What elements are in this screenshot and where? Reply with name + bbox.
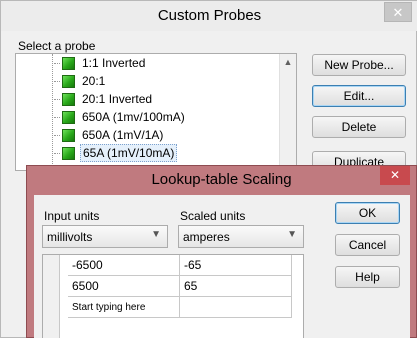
tree-item-label: 65A (1mV/10mA) bbox=[80, 144, 178, 162]
custom-probes-title: Custom Probes bbox=[157, 7, 262, 24]
input-cell[interactable]: 6500 bbox=[68, 276, 180, 297]
scaled-cell[interactable]: 65 bbox=[180, 276, 292, 297]
probe-icon bbox=[62, 110, 75, 124]
scaling-dialog-body: Input units Scaled units millivolts ▼ am… bbox=[34, 195, 410, 338]
tree-item-label: 650A (1mV/1A) bbox=[82, 128, 164, 142]
tree-item[interactable]: 650A (1mv/100mA) bbox=[54, 108, 187, 126]
tree-branch bbox=[54, 116, 60, 118]
tree-item[interactable]: 20:1 bbox=[54, 72, 107, 90]
scaled-units-dropdown[interactable]: amperes ▼ bbox=[178, 225, 304, 248]
ok-button[interactable]: OK bbox=[335, 202, 400, 224]
lookup-table-scaling-dialog: Lookup-table Scaling ✕ Input units Scale… bbox=[26, 165, 417, 338]
input-units-label: Input units bbox=[44, 209, 100, 223]
probe-icon bbox=[62, 56, 75, 70]
scaled-units-label: Scaled units bbox=[180, 209, 246, 223]
tree-branch bbox=[54, 62, 60, 64]
tree-item-label: 650A (1mv/100mA) bbox=[82, 110, 185, 124]
new-probe-button[interactable]: New Probe... bbox=[312, 54, 406, 76]
tree-item[interactable]: 20:1 Inverted bbox=[54, 90, 154, 108]
edit-button[interactable]: Edit... bbox=[312, 85, 406, 107]
probe-icon bbox=[62, 146, 75, 160]
probe-icon bbox=[62, 128, 75, 142]
lookup-table-scaling-titlebar[interactable]: Lookup-table Scaling ✕ bbox=[27, 166, 416, 195]
scaled-cell[interactable]: -65 bbox=[180, 255, 292, 276]
probe-icon bbox=[62, 74, 75, 88]
tree-scrollbar[interactable]: ▲ bbox=[279, 54, 296, 170]
new-row-scaled-cell[interactable] bbox=[180, 297, 292, 318]
chevron-down-icon: ▼ bbox=[151, 229, 161, 240]
probe-tree[interactable]: 1:1 Inverted 20:1 20:1 Inverted 650A (1m… bbox=[15, 53, 297, 171]
help-button[interactable]: Help bbox=[335, 266, 400, 288]
lookup-table-grid[interactable]: -6500 -65 6500 65 Start typing here bbox=[42, 254, 304, 338]
input-cell[interactable]: -6500 bbox=[68, 255, 180, 276]
close-icon[interactable]: ✕ bbox=[384, 2, 412, 22]
grid-row-header bbox=[43, 255, 60, 338]
cancel-button[interactable]: Cancel bbox=[335, 234, 400, 256]
scaled-units-value: amperes bbox=[183, 230, 230, 244]
tree-item[interactable]: 1:1 Inverted bbox=[54, 54, 147, 72]
tree-branch bbox=[54, 134, 60, 136]
new-row-input-cell[interactable]: Start typing here bbox=[68, 297, 180, 318]
tree-item-label: 20:1 Inverted bbox=[82, 92, 153, 106]
tree-branch bbox=[54, 152, 60, 154]
tree-branch bbox=[54, 98, 60, 100]
tree-branch bbox=[54, 80, 60, 82]
select-probe-label: Select a probe bbox=[18, 39, 96, 53]
delete-button[interactable]: Delete bbox=[312, 116, 406, 138]
scroll-up-icon[interactable]: ▲ bbox=[280, 54, 296, 70]
probe-icon bbox=[62, 92, 75, 106]
input-units-dropdown[interactable]: millivolts ▼ bbox=[42, 225, 168, 248]
tree-item-selected[interactable]: 65A (1mV/10mA) bbox=[54, 144, 178, 162]
close-icon[interactable]: ✕ bbox=[380, 166, 410, 185]
input-units-value: millivolts bbox=[47, 230, 93, 244]
lookup-table-scaling-title: Lookup-table Scaling bbox=[151, 171, 292, 188]
chevron-down-icon: ▼ bbox=[287, 229, 297, 240]
tree-item[interactable]: 650A (1mV/1A) bbox=[54, 126, 165, 144]
custom-probes-titlebar[interactable]: Custom Probes ✕ bbox=[1, 1, 417, 31]
tree-item-label: 20:1 bbox=[82, 74, 106, 88]
tree-connector bbox=[52, 54, 53, 170]
tree-item-label: 1:1 Inverted bbox=[82, 56, 146, 70]
